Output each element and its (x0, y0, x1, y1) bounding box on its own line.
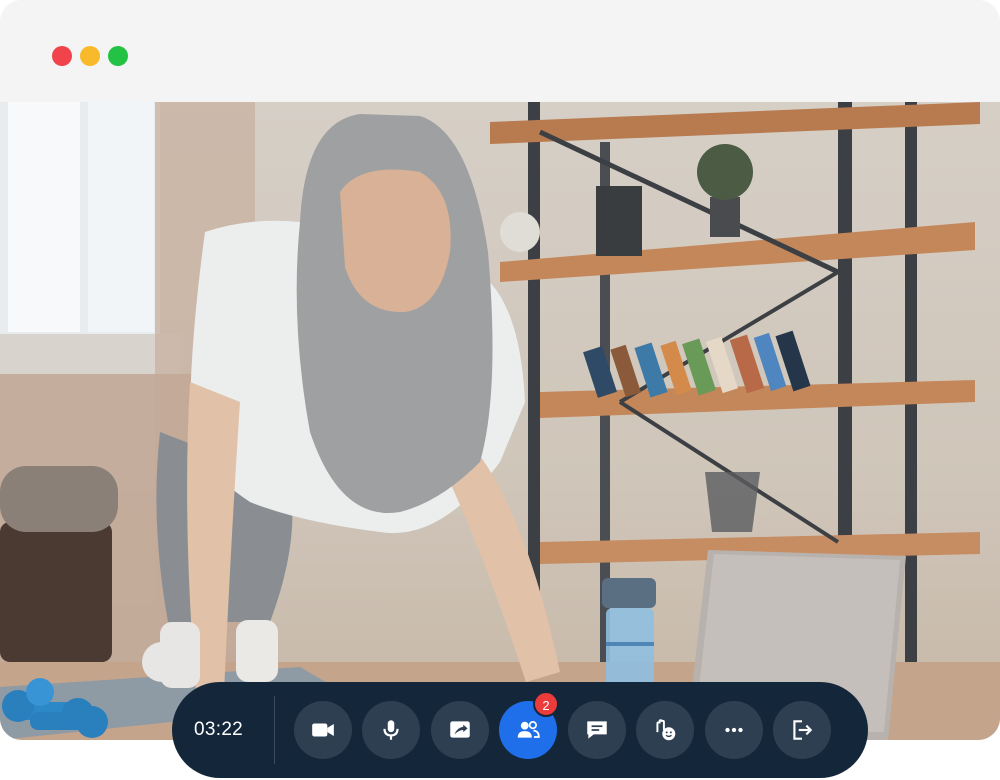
call-control-bar: 03:22 2 (172, 682, 868, 778)
maximize-window-button[interactable] (108, 46, 128, 66)
sofa (0, 522, 112, 662)
microphone-button[interactable] (362, 701, 420, 759)
video-scene (0, 102, 1000, 740)
more-options-icon (725, 727, 743, 733)
share-screen-icon (450, 721, 470, 738)
participants-button[interactable]: 2 (499, 691, 559, 759)
chat-button[interactable] (568, 701, 626, 759)
minimize-window-button[interactable] (80, 46, 100, 66)
share-screen-button[interactable] (431, 701, 489, 759)
video-call-window (0, 0, 1000, 740)
participant-video-feed (0, 102, 1000, 740)
raise-hand-emoji-icon (656, 719, 676, 741)
leave-call-button[interactable] (773, 701, 831, 759)
chat-icon (587, 721, 607, 739)
camera-button[interactable] (294, 701, 352, 759)
call-timer: 03:22 (194, 719, 244, 740)
close-window-button[interactable] (52, 46, 72, 66)
more-options-button[interactable] (705, 701, 763, 759)
video-camera-icon (312, 723, 334, 737)
participants-icon (517, 721, 540, 738)
participants-count-badge: 2 (533, 691, 559, 717)
leave-call-icon (793, 720, 813, 740)
control-divider (274, 696, 275, 764)
reactions-button[interactable] (636, 701, 694, 759)
title-bar (0, 0, 1000, 102)
microphone-icon (383, 720, 399, 740)
